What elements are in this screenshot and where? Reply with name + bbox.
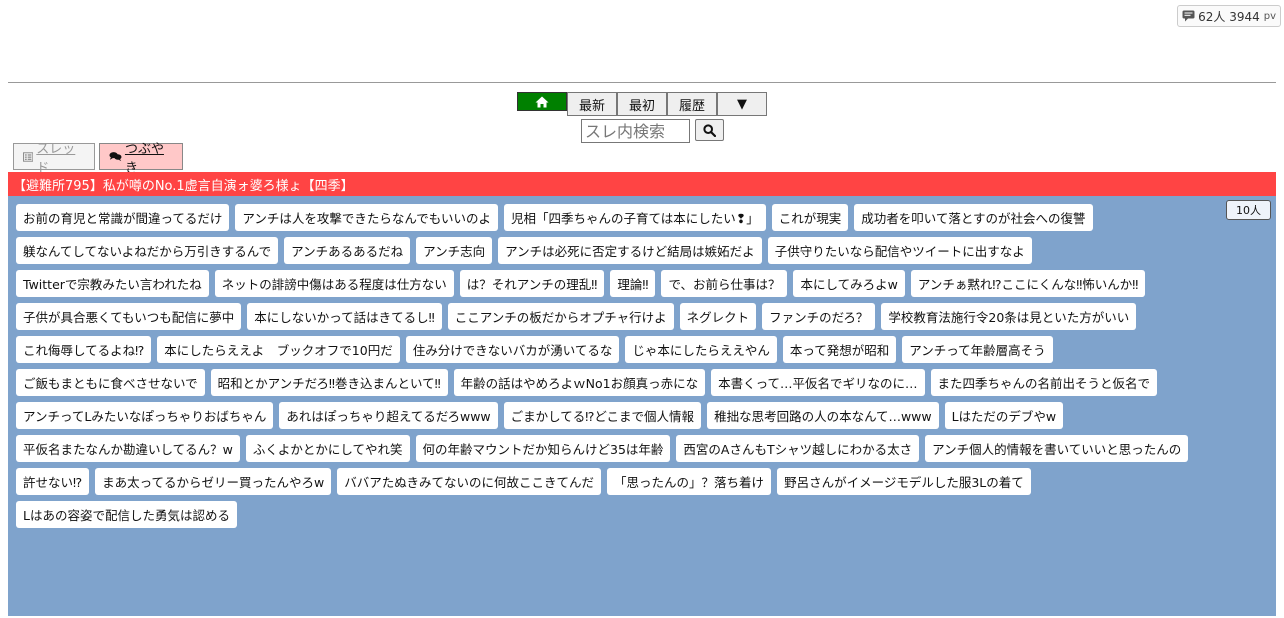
tweet-chip[interactable]: まあ太ってるからゼリー買ったんやろw [95, 468, 332, 495]
tweet-chip[interactable]: 本にしないかって話はきてるし‼ [247, 303, 442, 330]
first-button[interactable]: 最初 [617, 92, 667, 116]
tweet-chip[interactable]: で、お前ら仕事は？ [661, 270, 788, 297]
tweet-chip[interactable]: あれはぽっちゃり超えてるだろwww [279, 402, 498, 429]
latest-button[interactable]: 最新 [567, 92, 617, 116]
tweet-chip[interactable]: 平仮名またなんか勘違いしてるん？w [16, 435, 240, 462]
list-icon [23, 151, 34, 162]
tweet-chip[interactable]: は？それアンチの理乱‼ [459, 270, 605, 297]
search-button[interactable] [695, 119, 724, 141]
tweet-chip[interactable]: じゃ本にしたらええやん [625, 336, 777, 363]
tweet-chip[interactable]: ネグレクト [679, 303, 757, 330]
tweet-chip[interactable]: ここアンチの板だからオプチャ行けよ [447, 303, 674, 330]
tweet-chip[interactable]: 子供守りたいなら配信やツイートに出すなよ [767, 237, 1032, 264]
stats-text: 62人 3944 [1198, 9, 1260, 24]
tweet-chip[interactable]: 昭和とかアンチだろ‼巻き込まんといて‼ [210, 369, 448, 396]
tweet-chip[interactable]: お前の育児と常識が間違ってるだけ [16, 204, 230, 231]
tweet-chip[interactable]: ふくよかとかにしてやれ笑 [245, 435, 410, 462]
tweet-chip[interactable]: 本って発想が昭和 [782, 336, 897, 363]
tweet-chip[interactable]: 西宮のAさんもTシャツ越しにわかる太さ [676, 435, 920, 462]
thread-search [581, 119, 724, 143]
online-count-badge[interactable]: 10人 [1226, 200, 1271, 220]
tweet-chip[interactable]: アンチぁ黙れ⁉ここにくんな‼怖いんか‼ [910, 270, 1146, 297]
tweet-chip[interactable]: 本にしたらええよ ブックオフで10円だ [157, 336, 400, 363]
speech-bubble-icon [1182, 10, 1195, 22]
comments-icon [109, 152, 122, 162]
view-tabs: スレッド つぶやき [13, 142, 183, 176]
viewer-stats: 62人 3944 pv [1177, 5, 1281, 27]
tab-thread[interactable]: スレッド [13, 142, 95, 176]
tweet-chip[interactable]: 躾なんてしてないよねだから万引きするんで [16, 237, 279, 264]
tweet-chip[interactable]: 何の年齢マウントだか知らんけど35は年齢 [415, 435, 671, 462]
tweet-chip[interactable]: 本にしてみろよw [793, 270, 905, 297]
tweet-chip[interactable]: 理論‼ [610, 270, 656, 297]
tweet-chip[interactable]: ご飯もまともに食べさせないで [16, 369, 205, 396]
tab-thread-label: スレッド [36, 141, 76, 176]
search-icon [703, 123, 716, 137]
tweet-chip[interactable]: ネットの誹謗中傷はある程度は仕方ない [214, 270, 454, 297]
tweet-chip[interactable]: 児相「四季ちゃんの子育ては本にしたい❢」 [504, 204, 766, 231]
home-button[interactable] [517, 92, 567, 111]
tweet-chip[interactable]: これが現実 [771, 204, 849, 231]
tweet-chip[interactable]: ファンチのだろ？ [762, 303, 876, 330]
tab-tweet[interactable]: つぶやき [99, 142, 183, 176]
tweet-chip[interactable]: 年齢の話はやめろよｗNo1お顔真っ赤にな [453, 369, 706, 396]
tweet-chip[interactable]: アンチ志向 [416, 237, 493, 264]
stats-pv-unit: pv [1263, 10, 1276, 22]
thread-title[interactable]: 【避難所795】私が噂のNo.1虚言自演ォ婆ろ様ょ【四季】 [8, 172, 1276, 196]
tweet-chip[interactable]: 稚拙な思考回路の人の本なんて…www [707, 402, 939, 429]
tweet-chip[interactable]: アンチは必死に否定するけど結局は嫉妬だよ [498, 237, 762, 264]
tweet-chip[interactable]: Lはただのデブやw [944, 402, 1064, 429]
nav-bar: 最新 最初 履歴 ▼ [517, 92, 767, 116]
tweet-chip[interactable]: ババアたぬきみてないのに何故ここきてんだ [337, 468, 602, 495]
tweet-chip[interactable]: 住み分けできないバカが湧いてるな [405, 336, 620, 363]
tweet-chip[interactable]: 「思ったんの」？落ち着け [607, 468, 772, 495]
tweet-chip[interactable]: 学校教育法施行令20条は見といた方がいい [881, 303, 1137, 330]
tweet-chip[interactable]: Lはあの容姿で配信した勇気は認める [16, 501, 237, 528]
tweet-chip[interactable]: また四季ちゃんの名前出そうと仮名で [930, 369, 1158, 396]
divider [8, 82, 1276, 83]
history-button[interactable]: 履歴 [667, 92, 717, 116]
tweet-chip[interactable]: 成功者を叩いて落とすのが社会への復讐 [854, 204, 1093, 231]
tweet-chip[interactable]: アンチは人を攻撃できたらなんでもいいのよ [235, 204, 499, 231]
more-dropdown-button[interactable]: ▼ [717, 92, 767, 116]
tweet-chip[interactable]: これ侮辱してるよね⁉ [16, 336, 152, 363]
tweet-chip[interactable]: 許せない⁉ [16, 468, 90, 495]
tweet-chip[interactable]: Twitterで宗教みたい言われたね [16, 270, 209, 297]
search-input[interactable] [581, 119, 690, 143]
tweet-chip[interactable]: 野呂さんがイメージモデルした服3Lの着て [777, 468, 1031, 495]
tweet-chip[interactable]: アンチ個人的情報を書いていいと思ったんの [925, 435, 1189, 462]
tweet-chip[interactable]: ごまかしてる⁉どこまで個人情報 [503, 402, 702, 429]
tweet-chip[interactable]: アンチって年齢層高そう [902, 336, 1053, 363]
tweet-chip[interactable]: アンチあるあるだね [284, 237, 411, 264]
tweet-board: お前の育児と常識が間違ってるだけ アンチは人を攻撃できたらなんでもいいのよ 児相「四… [8, 196, 1276, 616]
tweet-chip[interactable]: 本書くって…平仮名でギリなのに… [711, 369, 925, 396]
tweet-chip[interactable]: 子供が具合悪くてもいつも配信に夢中 [16, 303, 242, 330]
tweet-list: お前の育児と常識が間違ってるだけ アンチは人を攻撃できたらなんでもいいのよ 児相「四… [16, 204, 1226, 528]
home-icon [535, 96, 549, 107]
tweet-chip[interactable]: アンチってLみたいなぽっちゃりおばちゃん [16, 402, 274, 429]
tab-tweet-label: つぶやき [124, 141, 164, 176]
